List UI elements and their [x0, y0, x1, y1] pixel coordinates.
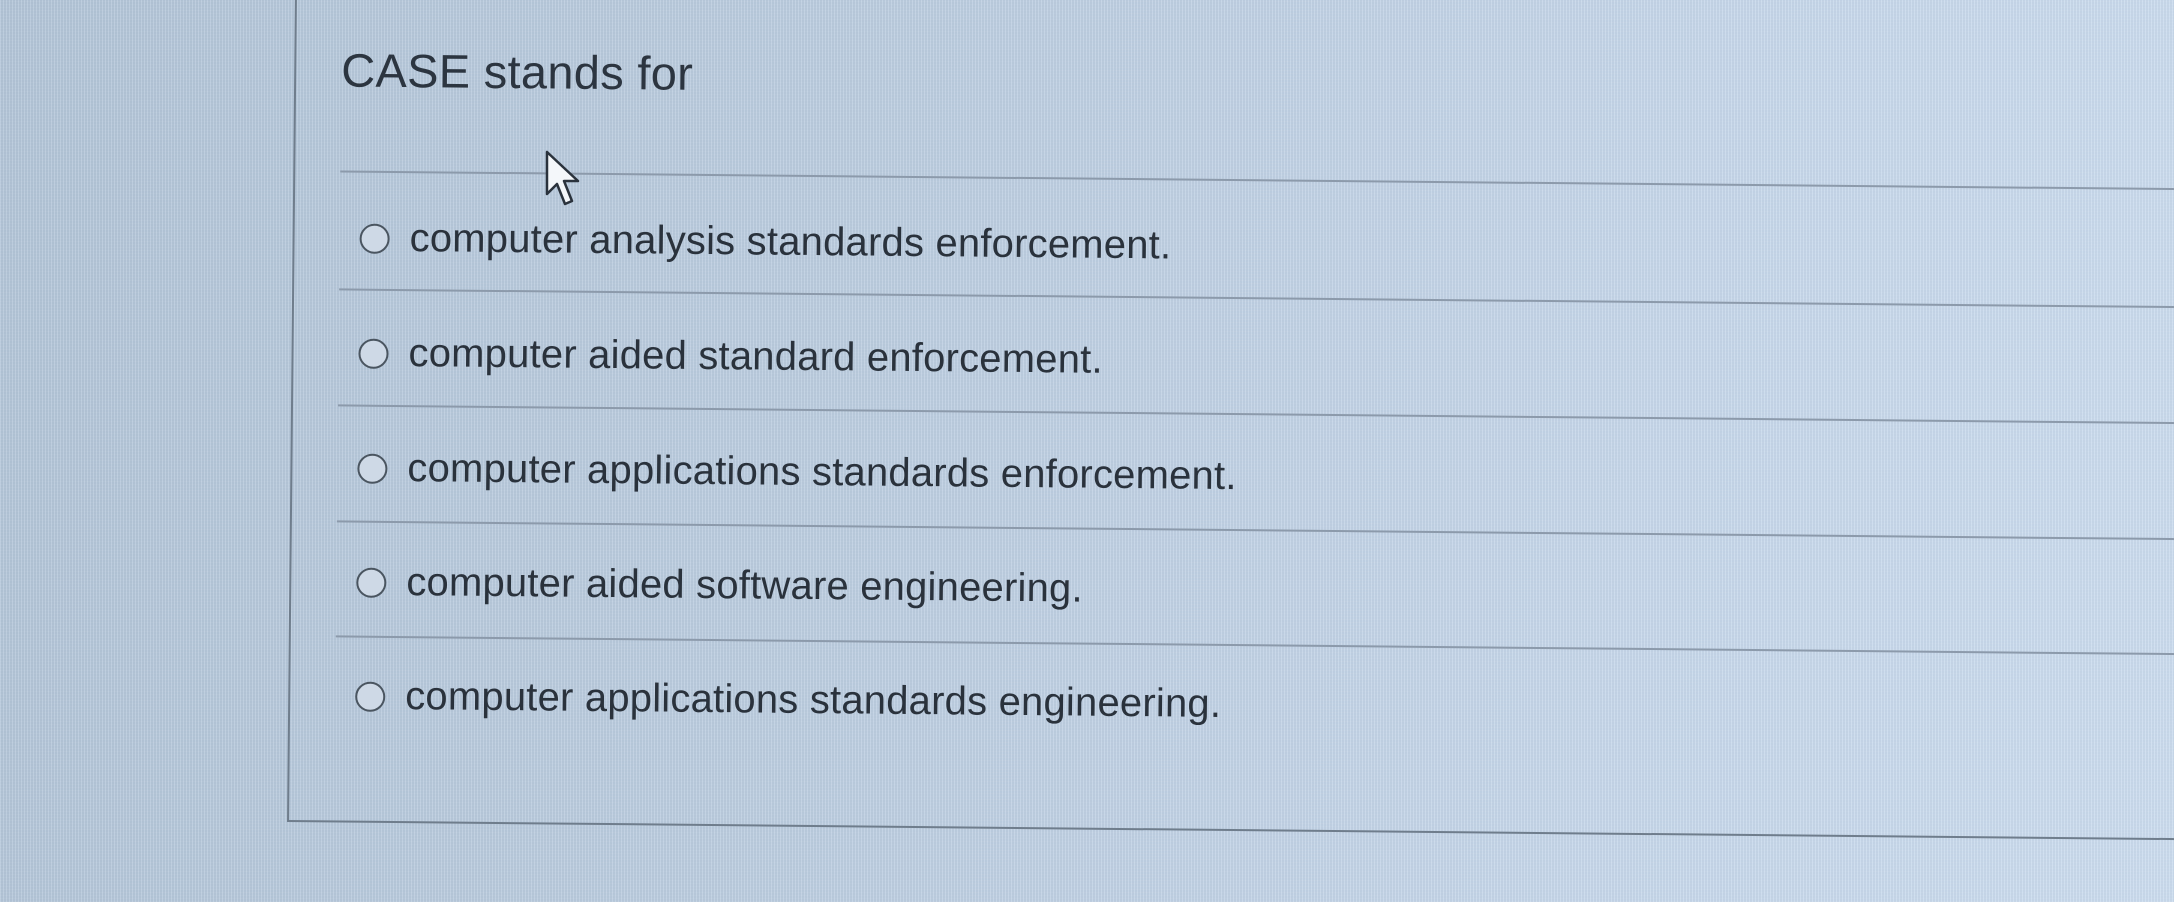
divider: [338, 404, 2174, 425]
divider: [336, 520, 2174, 541]
answer-option-label: computer applications standards engineer…: [405, 674, 1222, 726]
radio-button[interactable]: [355, 681, 386, 712]
answer-option-2[interactable]: computer aided standard enforcement.: [358, 331, 1103, 383]
radio-button[interactable]: [359, 223, 390, 254]
divider: [335, 635, 2174, 656]
answer-option-label: computer aided standard enforcement.: [408, 331, 1103, 382]
question-panel: CASE stands for computer analysis standa…: [287, 0, 2174, 841]
radio-button[interactable]: [357, 453, 388, 484]
answer-option-label: computer aided software engineering.: [406, 560, 1084, 611]
answer-option-1[interactable]: computer analysis standards enforcement.: [359, 216, 1172, 269]
question-text: CASE stands for: [340, 43, 694, 100]
answer-option-label: computer analysis standards enforcement.: [409, 216, 1172, 268]
answer-option-label: computer applications standards enforcem…: [407, 446, 1237, 499]
divider: [340, 170, 2174, 191]
radio-button[interactable]: [356, 567, 387, 598]
divider: [339, 288, 2174, 309]
answer-option-5[interactable]: computer applications standards engineer…: [355, 674, 1221, 727]
answer-option-3[interactable]: computer applications standards enforcem…: [357, 446, 1237, 499]
mouse-pointer-icon: [545, 150, 580, 206]
radio-button[interactable]: [358, 338, 389, 369]
answer-option-4[interactable]: computer aided software engineering.: [356, 560, 1083, 612]
